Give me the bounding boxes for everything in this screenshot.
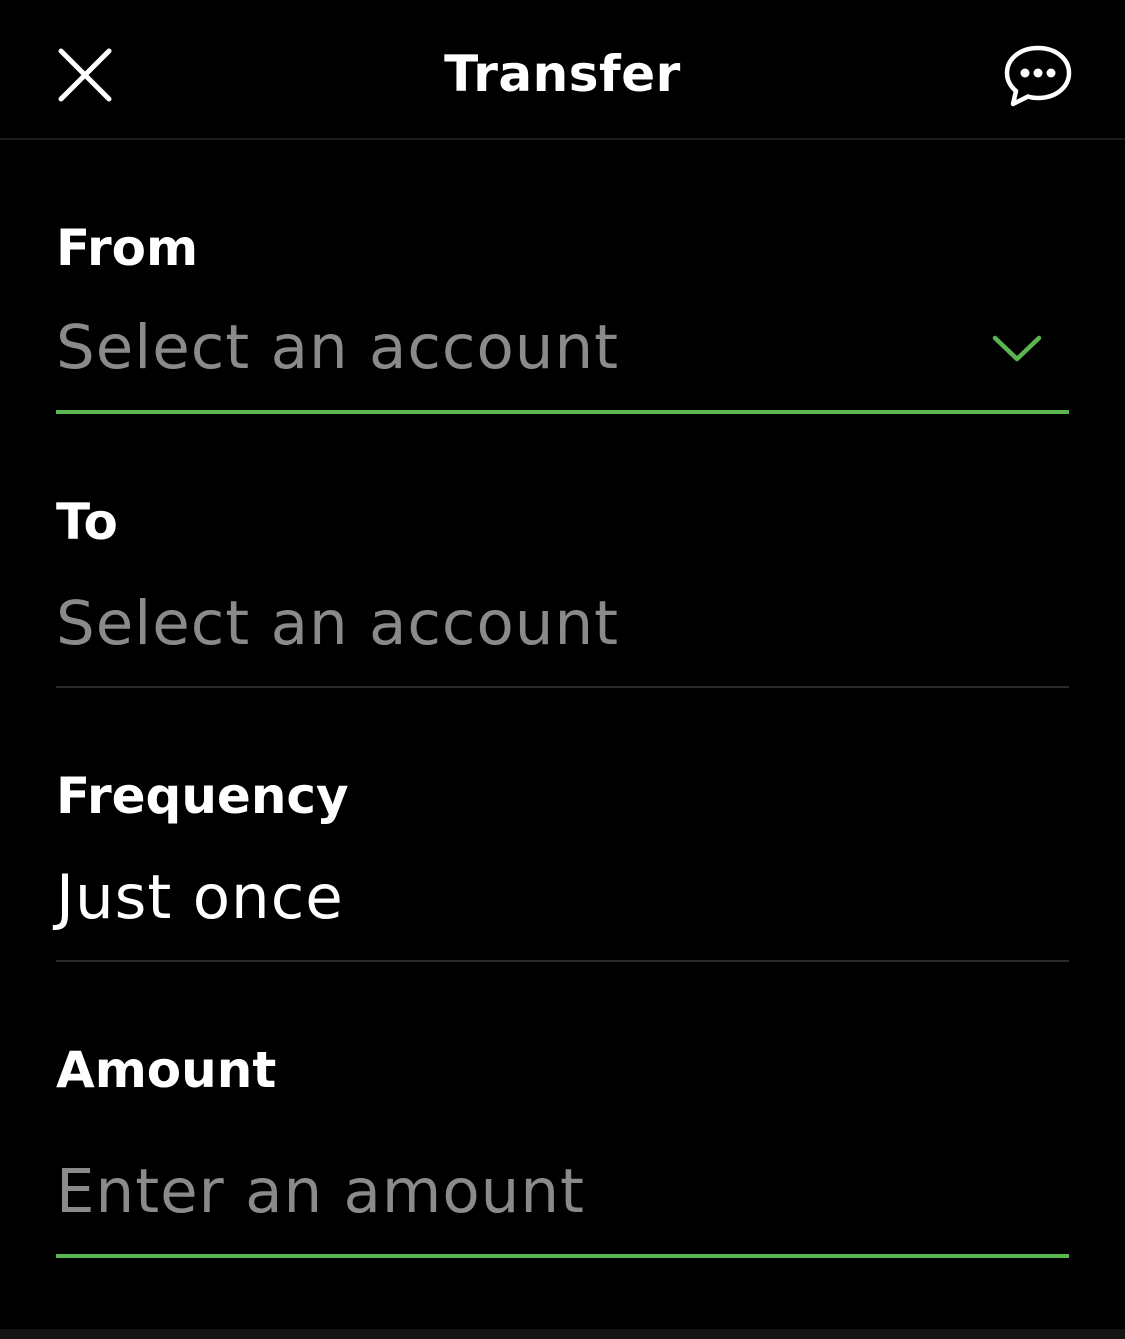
- from-label: From: [56, 219, 199, 277]
- frequency-field-underline: [56, 960, 1069, 962]
- frequency-select[interactable]: Just once: [56, 860, 344, 936]
- frequency-field[interactable]: Frequency Just once: [56, 758, 1069, 964]
- chat-button[interactable]: [998, 36, 1078, 116]
- chat-bubble-icon: [1004, 45, 1072, 107]
- to-field-underline: [56, 686, 1069, 688]
- from-account-field[interactable]: From Select an account: [56, 210, 1069, 416]
- from-account-select[interactable]: Select an account: [56, 310, 619, 386]
- amount-label: Amount: [56, 1041, 277, 1099]
- amount-field-underline: [56, 1254, 1069, 1258]
- from-field-underline: [56, 410, 1069, 414]
- to-label: To: [56, 493, 118, 551]
- top-nav-bar: Transfer: [0, 0, 1125, 140]
- amount-input[interactable]: [56, 1154, 1069, 1230]
- bottom-edge: [0, 1329, 1125, 1339]
- amount-field[interactable]: Amount: [56, 1032, 1069, 1262]
- page-title: Transfer: [444, 45, 681, 103]
- to-account-field[interactable]: To Select an account: [56, 484, 1069, 690]
- frequency-label: Frequency: [56, 767, 349, 825]
- chevron-down-icon[interactable]: [991, 332, 1043, 364]
- to-account-select[interactable]: Select an account: [56, 586, 619, 662]
